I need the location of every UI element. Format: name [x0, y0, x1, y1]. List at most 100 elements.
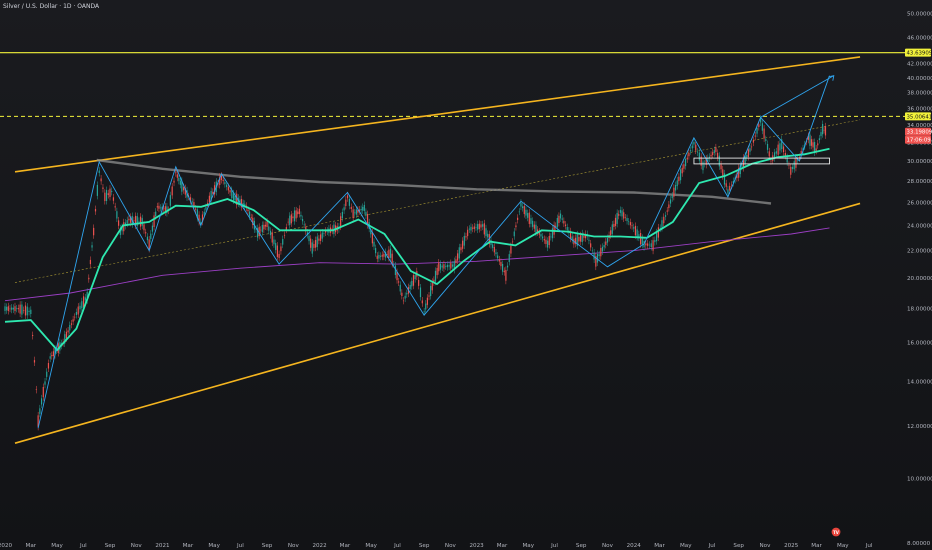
candle-body [158, 205, 160, 209]
time-tick-label: Nov [759, 543, 771, 549]
candle-body [563, 220, 565, 224]
candle-body [409, 284, 411, 289]
candle-body [610, 230, 612, 236]
price-tick-label: 28.00000 [907, 179, 932, 185]
candle-body [503, 270, 505, 273]
candle-body [566, 227, 568, 230]
dashed-price-tag-label: 35.00641 [907, 114, 932, 120]
candle-body [673, 187, 675, 197]
candle-body [434, 270, 437, 282]
candle-body [600, 248, 602, 257]
candle-body [542, 236, 544, 239]
candle-body [579, 235, 582, 242]
candle-body [639, 232, 642, 245]
time-tick-label: Sep [419, 543, 430, 549]
candle-body [426, 297, 428, 305]
candle-body [518, 211, 520, 213]
price-axis[interactable]: 50.00000 46.00000 42.00000 40.00000 38.00000… [907, 11, 932, 547]
candle-body [140, 216, 142, 227]
candle-body [810, 139, 813, 146]
candle-body [624, 217, 626, 219]
candle-body [652, 240, 654, 251]
candle-body [661, 220, 663, 229]
candle-body [431, 281, 433, 291]
candle-body [678, 176, 680, 182]
candle-body [292, 216, 294, 219]
candle-body [345, 199, 347, 206]
time-tick-label: May [680, 543, 692, 549]
time-axis[interactable]: 2020 Mar May Jul Sep Nov 2021 Mar May Jul Sep Nov 20… [0, 543, 873, 549]
candle-body [561, 218, 563, 220]
candle-body [341, 211, 343, 219]
candle-body [373, 241, 375, 247]
candle-body [107, 193, 109, 196]
price-tick-label: 22.00000 [907, 249, 932, 255]
candle-body [478, 223, 480, 230]
candle-body [768, 151, 770, 157]
resistance-price-tag-label: 43.63909 [907, 51, 932, 57]
candle-body [725, 183, 727, 187]
candle-body [323, 233, 325, 234]
candle-body [313, 243, 315, 248]
channel-midline [14, 119, 861, 283]
candle-body [590, 243, 592, 248]
candle-body [520, 202, 522, 207]
candle-body [606, 238, 609, 243]
candle-body [363, 204, 365, 211]
candle-body [770, 160, 772, 162]
candle-body [47, 363, 50, 369]
candle-body [663, 216, 665, 224]
candle-body [540, 234, 542, 237]
candle-body [814, 142, 816, 153]
candle-body [109, 188, 111, 197]
candle-body [623, 212, 625, 219]
candle-body [547, 240, 549, 248]
candle-body [485, 228, 487, 237]
time-tick-label: 2023 [470, 543, 485, 549]
tradingview-logo[interactable]: TV [831, 527, 841, 537]
candle-body [517, 217, 519, 220]
candle-body [720, 164, 722, 170]
price-chart[interactable]: 50.00000 46.00000 42.00000 40.00000 38.00000… [0, 0, 932, 550]
candle-body [314, 239, 317, 248]
candle-body [815, 148, 817, 151]
candle-body [712, 152, 714, 156]
plot-area[interactable] [0, 52, 906, 444]
price-tick-label: 24.00000 [907, 223, 932, 229]
time-tick-label: 2022 [312, 543, 326, 549]
candle-body [475, 227, 477, 228]
candle-body [423, 311, 425, 313]
candle-body [462, 240, 464, 249]
candle-body [118, 220, 120, 226]
candle-body [545, 239, 547, 244]
candle-body [601, 246, 604, 252]
projection-arrow-line [760, 75, 835, 118]
candle-body [383, 253, 385, 257]
candle-body [752, 140, 755, 143]
candle-body [402, 300, 405, 302]
candle-body [467, 229, 469, 237]
time-tick-label: Mar [340, 543, 351, 549]
candle-body [316, 236, 318, 247]
candle-body [564, 224, 567, 227]
time-tick-label: Mar [654, 543, 665, 549]
candle-body [438, 262, 440, 272]
candle-body [171, 186, 173, 196]
candle-body [126, 220, 128, 224]
candle-body [766, 143, 769, 150]
candle-body [21, 304, 23, 315]
time-tick-label: Jul [236, 543, 244, 549]
candle-body [788, 164, 790, 166]
time-tick-label: May [365, 543, 377, 549]
candle-body [710, 154, 712, 157]
candle-body [271, 232, 273, 243]
candle-body [42, 386, 44, 398]
candle-body [89, 259, 92, 265]
candle-body [287, 221, 289, 223]
time-tick-label: Jul [550, 543, 558, 549]
candle-body [16, 308, 18, 310]
candle-body [282, 239, 284, 245]
candle-body [614, 217, 617, 226]
candle-body [28, 310, 30, 312]
candle-body [450, 262, 452, 269]
